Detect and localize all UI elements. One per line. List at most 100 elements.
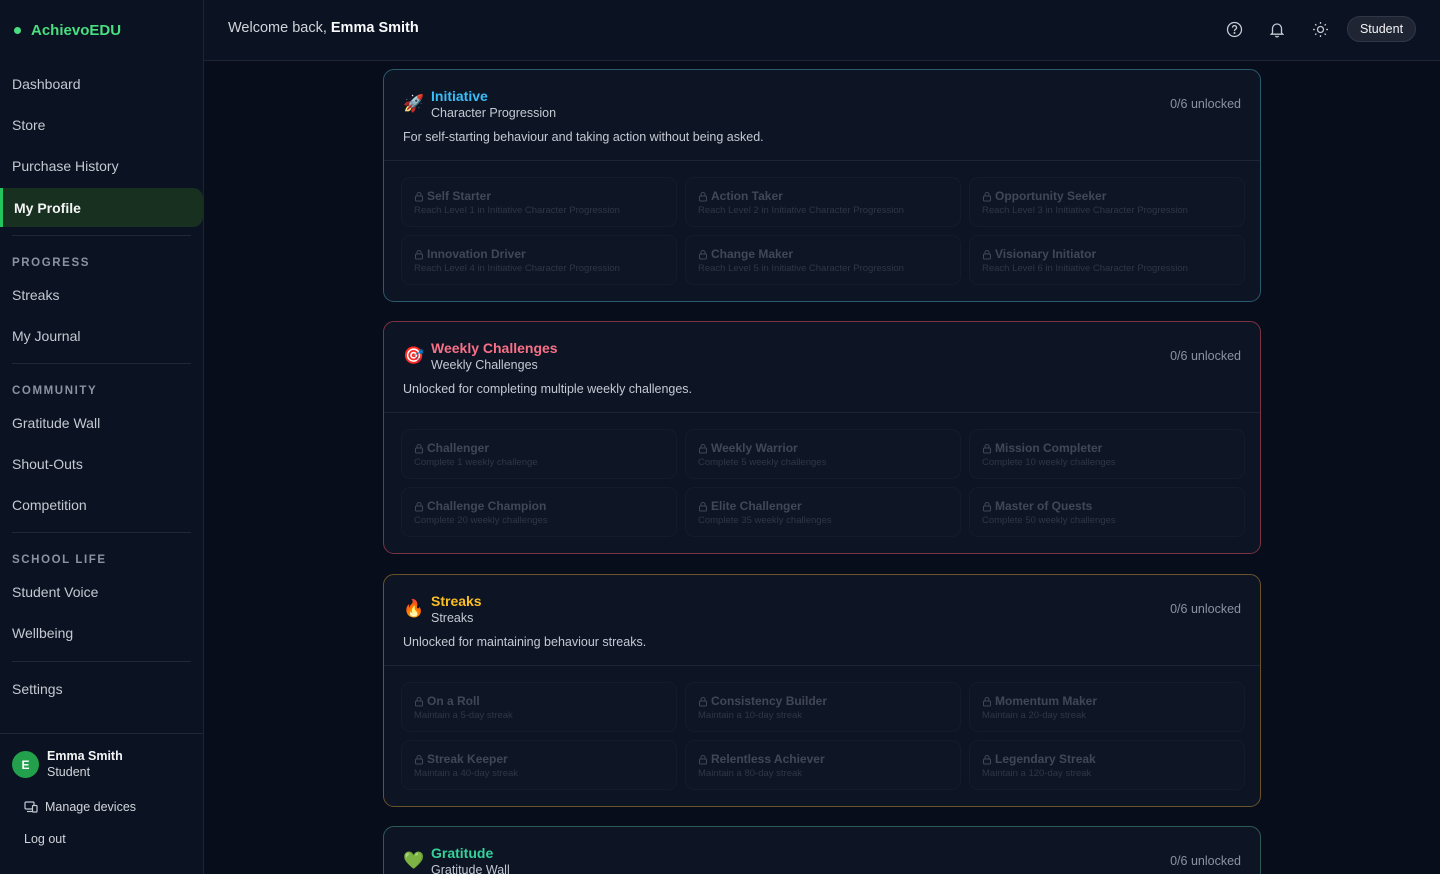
sidebar-item-my-journal[interactable]: My Journal: [0, 316, 203, 355]
sidebar-item-my-profile[interactable]: My Profile: [0, 188, 203, 227]
lock-icon: [415, 501, 423, 511]
category-subtitle: Character Progression: [431, 106, 557, 120]
card-divider: [384, 412, 1260, 413]
badge-title: Challenge Champion: [427, 499, 547, 513]
category-subtitle: Gratitude Wall: [431, 863, 510, 874]
sidebar-item-wellbeing[interactable]: Wellbeing: [0, 613, 203, 652]
brand-name: AchievoEDU: [31, 21, 122, 39]
badge-description: Complete 35 weekly challenges: [698, 515, 832, 526]
role-switcher-button[interactable]: Student: [1347, 16, 1416, 42]
badge-title: Self Starter: [427, 189, 492, 203]
brand-dot-icon: [14, 26, 21, 34]
lock-icon: [415, 249, 423, 259]
lock-icon: [415, 443, 423, 453]
lock-icon: [415, 191, 423, 201]
badge-title: Change Maker: [711, 247, 794, 261]
help-icon[interactable]: [1223, 18, 1245, 40]
badge-description: Maintain a 120-day streak: [982, 768, 1092, 779]
badge-description: Complete 10 weekly challenges: [982, 457, 1116, 468]
welcome-message: Welcome back, Emma Smith: [228, 20, 419, 36]
rocket-icon: 🚀: [403, 94, 425, 113]
badge-title: Innovation Driver: [427, 247, 526, 261]
category-subtitle: Weekly Challenges: [431, 358, 538, 372]
logout-link[interactable]: Log out: [24, 830, 66, 848]
top-header: Welcome back, Emma Smith Student: [204, 0, 1440, 61]
lock-icon: [699, 249, 707, 259]
welcome-prefix: Welcome back,: [228, 20, 331, 36]
badge-description: Reach Level 5 in Initiative Character Pr…: [698, 263, 904, 274]
achievement-badge: Weekly Warrior Complete 5 weekly challen…: [685, 429, 961, 479]
manage-devices-link[interactable]: Manage devices: [24, 798, 136, 816]
achievement-badge: Momentum Maker Maintain a 20-day streak: [969, 682, 1245, 732]
badge-title: Relentless Achiever: [711, 752, 825, 766]
category-description: Unlocked for completing multiple weekly …: [403, 382, 693, 396]
achievement-badge: On a Roll Maintain a 5-day streak: [401, 682, 677, 732]
lock-icon: [699, 696, 707, 706]
achievement-badge: Self Starter Reach Level 1 in Initiative…: [401, 177, 677, 227]
green-heart-icon: 💚: [403, 851, 425, 870]
lock-icon: [983, 696, 991, 706]
sidebar-item-shout-outs[interactable]: Shout-Outs: [0, 444, 203, 483]
nav-divider: [12, 661, 191, 662]
badge-title: On a Roll: [427, 694, 480, 708]
sidebar-item-dashboard[interactable]: Dashboard: [0, 64, 203, 103]
sidebar-item-settings[interactable]: Settings: [0, 669, 203, 708]
badge-description: Reach Level 4 in Initiative Character Pr…: [414, 263, 620, 274]
lock-icon: [699, 501, 707, 511]
badge-title: Master of Quests: [995, 499, 1093, 513]
badge-description: Reach Level 1 in Initiative Character Pr…: [414, 205, 620, 216]
badge-title: Weekly Warrior: [711, 441, 798, 455]
badge-title: Streak Keeper: [427, 752, 508, 766]
section-title-progress: PROGRESS: [12, 257, 90, 269]
badge-description: Maintain a 5-day streak: [414, 710, 513, 721]
sidebar-item-store[interactable]: Store: [0, 105, 203, 144]
lock-icon: [983, 501, 991, 511]
sidebar-item-gratitude-wall[interactable]: Gratitude Wall: [0, 403, 203, 442]
badge-description: Complete 50 weekly challenges: [982, 515, 1116, 526]
achievement-badge: Action Taker Reach Level 2 in Initiative…: [685, 177, 961, 227]
user-divider: [0, 733, 203, 734]
lock-icon: [983, 249, 991, 259]
achievement-badge: Challenger Complete 1 weekly challenge: [401, 429, 677, 479]
card-divider: [384, 160, 1260, 161]
devices-icon: [24, 801, 38, 813]
bell-icon[interactable]: [1266, 18, 1288, 40]
achievement-badge: Legendary Streak Maintain a 120-day stre…: [969, 740, 1245, 790]
achievement-category-streaks: 🔥 Streaks Streaks 0/6 unlocked Unlocked …: [383, 574, 1261, 807]
sidebar-item-streaks[interactable]: Streaks: [0, 275, 203, 314]
sidebar-item-student-voice[interactable]: Student Voice: [0, 572, 203, 611]
achievement-badge: Streak Keeper Maintain a 40-day streak: [401, 740, 677, 790]
avatar[interactable]: E: [12, 751, 39, 778]
unlocked-count: 0/6 unlocked: [1170, 602, 1241, 616]
card-divider: [384, 665, 1260, 666]
category-subtitle: Streaks: [431, 611, 474, 625]
achievement-badge: Visionary Initiator Reach Level 6 in Ini…: [969, 235, 1245, 285]
badge-description: Reach Level 6 in Initiative Character Pr…: [982, 263, 1188, 274]
achievement-badge: Master of Quests Complete 50 weekly chal…: [969, 487, 1245, 537]
theme-toggle-sun-icon[interactable]: [1309, 18, 1331, 40]
sidebar-item-purchase-history[interactable]: Purchase History: [0, 146, 203, 185]
badge-description: Maintain a 10-day streak: [698, 710, 803, 721]
lock-icon: [983, 754, 991, 764]
badge-description: Maintain a 20-day streak: [982, 710, 1087, 721]
badge-description: Complete 1 weekly challenge: [414, 457, 538, 468]
achievement-badge: Elite Challenger Complete 35 weekly chal…: [685, 487, 961, 537]
badge-description: Maintain a 40-day streak: [414, 768, 519, 779]
lock-icon: [415, 754, 423, 764]
achievement-badge: Opportunity Seeker Reach Level 3 in Init…: [969, 177, 1245, 227]
achievement-badge: Innovation Driver Reach Level 4 in Initi…: [401, 235, 677, 285]
badge-title: Challenger: [427, 441, 490, 455]
lock-icon: [983, 191, 991, 201]
badge-title: Momentum Maker: [995, 694, 1098, 708]
badge-description: Complete 20 weekly challenges: [414, 515, 548, 526]
nav-divider: [12, 532, 191, 533]
badge-title: Mission Completer: [995, 441, 1103, 455]
badge-description: Complete 5 weekly challenges: [698, 457, 827, 468]
target-icon: 🎯: [403, 346, 425, 365]
badge-title: Legendary Streak: [995, 752, 1096, 766]
unlocked-count: 0/6 unlocked: [1170, 97, 1241, 111]
badge-description: Maintain a 80-day streak: [698, 768, 803, 779]
badge-description: Reach Level 2 in Initiative Character Pr…: [698, 205, 904, 216]
sidebar-item-competition[interactable]: Competition: [0, 485, 203, 524]
brand-logo[interactable]: AchievoEDU: [14, 20, 121, 40]
